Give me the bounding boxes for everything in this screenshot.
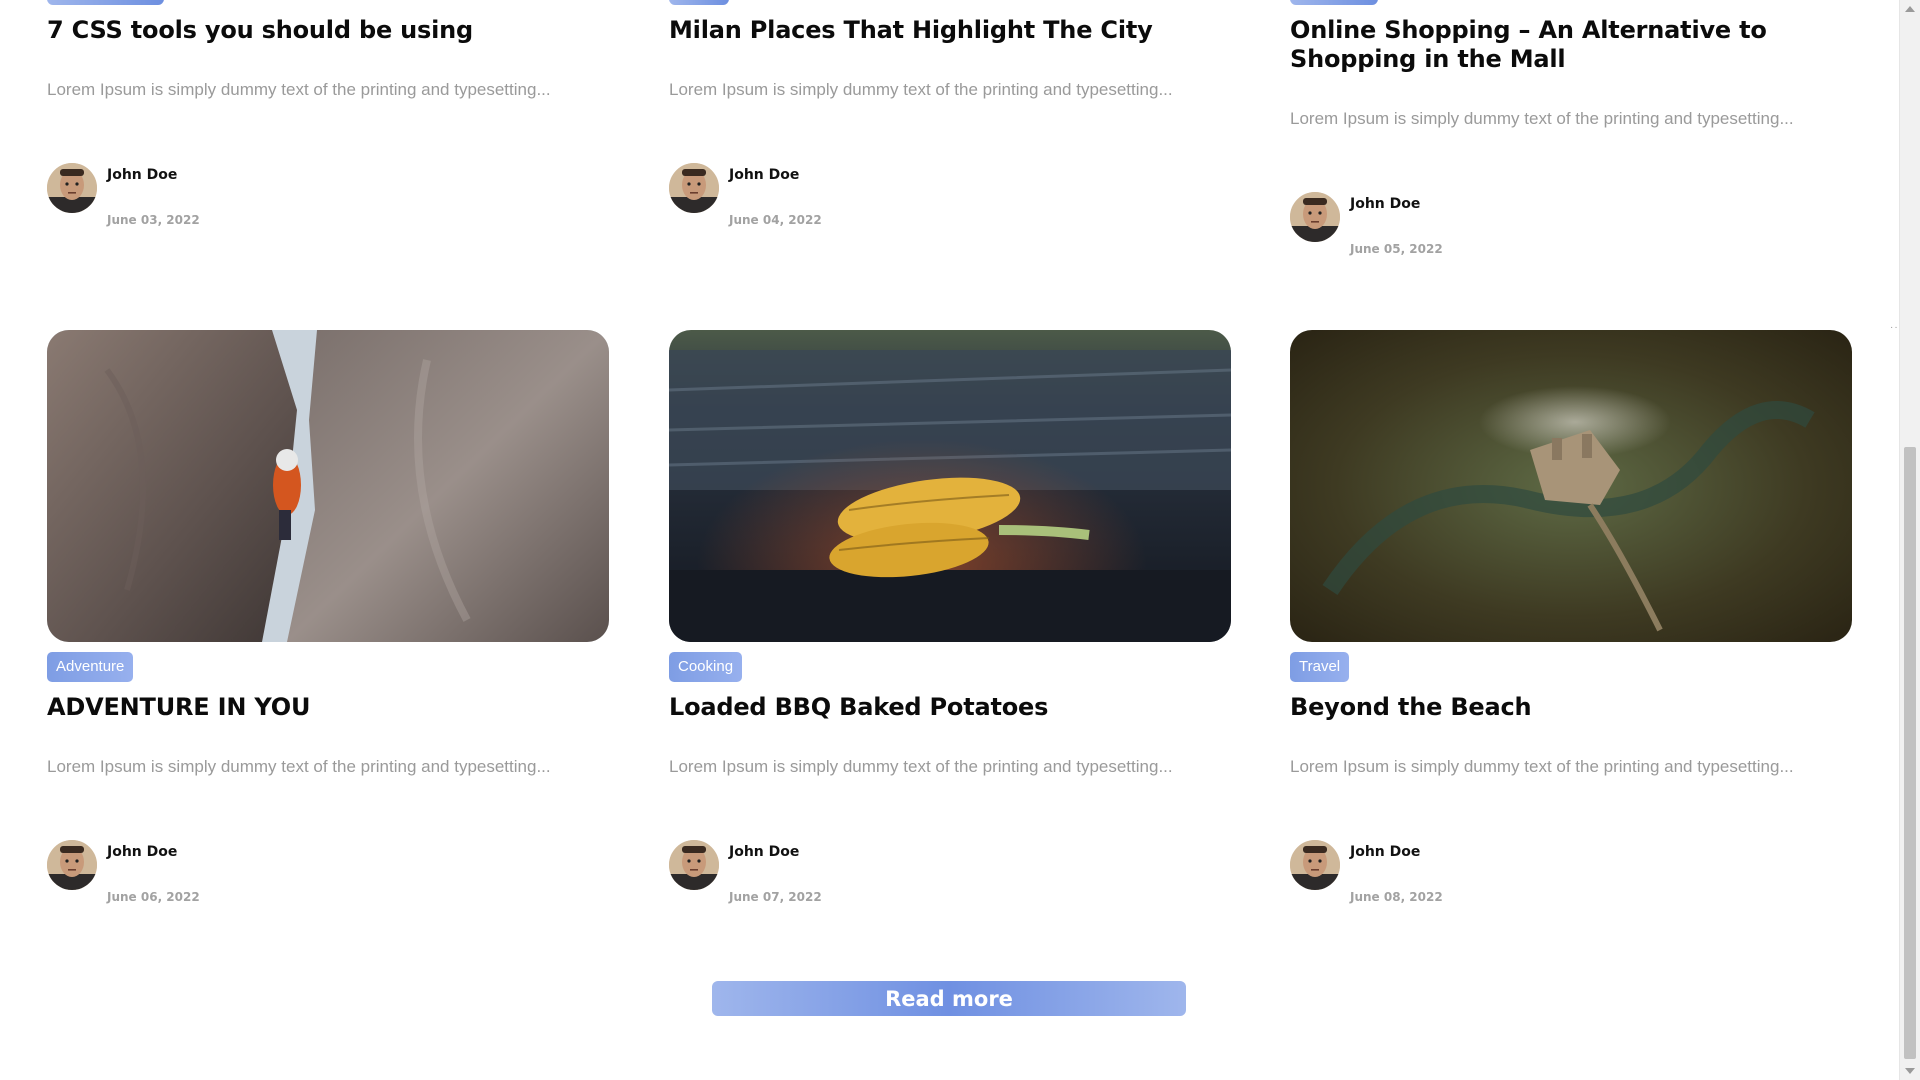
read-more-button[interactable]: Read more <box>712 981 1186 1016</box>
post-date: June 05, 2022 <box>1350 242 1443 256</box>
post-excerpt: Lorem Ipsum is simply dummy text of the … <box>669 80 1173 99</box>
post-excerpt: Lorem Ipsum is simply dummy text of the … <box>47 80 551 99</box>
author-name[interactable]: John Doe <box>729 167 799 183</box>
author-block: John Doe June 07, 2022 <box>669 840 969 904</box>
post-excerpt: Lorem Ipsum is simply dummy text of the … <box>1290 109 1794 128</box>
category-badge[interactable] <box>669 0 729 5</box>
author-name[interactable]: John Doe <box>107 167 177 183</box>
post-image-grilled-corn[interactable] <box>669 330 1231 642</box>
category-badge[interactable]: Adventure <box>47 652 134 682</box>
post-date: June 08, 2022 <box>1350 890 1443 904</box>
author-name[interactable]: John Doe <box>1350 196 1420 212</box>
post-date: June 03, 2022 <box>107 213 200 227</box>
author-block: John Doe June 03, 2022 <box>47 163 347 227</box>
author-block: John Doe June 05, 2022 <box>1290 192 1590 256</box>
category-badge[interactable]: Travel <box>1290 652 1350 682</box>
author-block: John Doe June 04, 2022 <box>669 163 969 227</box>
blog-post-grid: 7 CSS tools you should be using Lorem Ip… <box>0 0 1902 1080</box>
post-date: June 04, 2022 <box>729 213 822 227</box>
vertical-scrollbar[interactable] <box>1899 0 1920 1080</box>
author-block: John Doe June 06, 2022 <box>47 840 347 904</box>
post-title[interactable]: ADVENTURE IN YOU <box>47 693 607 722</box>
scrollbar-thumb[interactable] <box>1904 447 1916 1059</box>
author-avatar <box>47 840 97 890</box>
author-avatar <box>669 163 719 213</box>
post-excerpt: Lorem Ipsum is simply dummy text of the … <box>1290 757 1794 776</box>
author-avatar <box>669 840 719 890</box>
scroll-up-arrow-icon[interactable] <box>1905 6 1915 12</box>
post-title[interactable]: Milan Places That Highlight The City <box>669 16 1229 45</box>
scroll-down-arrow-icon[interactable] <box>1905 1068 1915 1074</box>
post-excerpt: Lorem Ipsum is simply dummy text of the … <box>47 757 551 776</box>
author-avatar <box>1290 840 1340 890</box>
author-avatar <box>47 163 97 213</box>
post-image-castle-aerial[interactable] <box>1290 330 1852 642</box>
category-badge[interactable] <box>1290 0 1378 5</box>
post-title[interactable]: Online Shopping – An Alternative to Shop… <box>1290 16 1850 74</box>
author-avatar <box>1290 192 1340 242</box>
post-title[interactable]: Beyond the Beach <box>1290 693 1850 722</box>
post-title[interactable]: Loaded BBQ Baked Potatoes <box>669 693 1229 722</box>
post-title[interactable]: 7 CSS tools you should be using <box>47 16 607 45</box>
category-badge[interactable] <box>47 0 164 5</box>
category-badge[interactable]: Cooking <box>669 652 743 682</box>
post-date: June 07, 2022 <box>729 890 822 904</box>
post-image-rock-climber[interactable] <box>47 330 609 642</box>
post-date: June 06, 2022 <box>107 890 200 904</box>
author-name[interactable]: John Doe <box>1350 844 1420 860</box>
author-name[interactable]: John Doe <box>107 844 177 860</box>
author-block: John Doe June 08, 2022 <box>1290 840 1590 904</box>
author-name[interactable]: John Doe <box>729 844 799 860</box>
post-excerpt: Lorem Ipsum is simply dummy text of the … <box>669 757 1173 776</box>
